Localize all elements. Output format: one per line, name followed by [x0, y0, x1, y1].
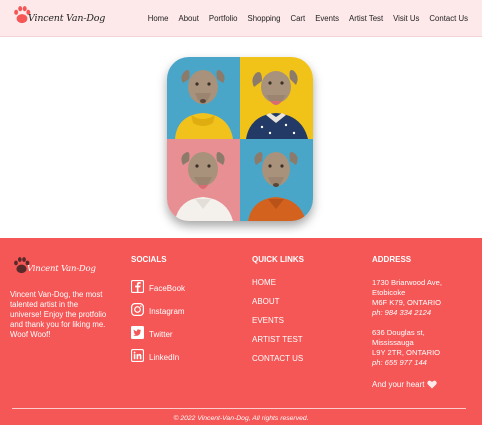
nav-home[interactable]: Home	[148, 14, 169, 23]
instagram-icon	[131, 303, 144, 316]
heart-tagline: And your heart	[372, 380, 438, 389]
heart-text: And your heart	[372, 380, 425, 389]
address-line: 1730 Briarwood Ave,	[372, 278, 442, 287]
social-link-twitter[interactable]: Twitter	[131, 326, 173, 341]
address-heading: ADDRESS	[372, 255, 412, 264]
site-header: Vincent Van-Dog Home About Portfolio Sho…	[0, 0, 482, 37]
nav-portfolio[interactable]: Portfolio	[209, 14, 238, 23]
nav-visit-us[interactable]: Visit Us	[393, 14, 419, 23]
site-footer: Vincent Van-Dog Vincent Van-Dog, the mos…	[0, 238, 482, 425]
address-block-etobicoke: 1730 Briarwood Ave, Etobicoke M6F K79, O…	[372, 278, 477, 318]
nav-about[interactable]: About	[179, 14, 199, 23]
twitter-icon	[131, 326, 144, 339]
footer-divider	[12, 408, 466, 409]
address-line: 636 Douglas st,	[372, 328, 425, 337]
main-nav: Home About Portfolio Shopping Cart Event…	[148, 14, 468, 23]
dog-portrait-white-shirt	[167, 139, 240, 221]
social-link-instagram[interactable]: Instagram	[131, 303, 185, 318]
dog-portrait-yellow-sweater	[167, 57, 240, 139]
address-line: L9Y 2TR, ONTARIO	[372, 348, 441, 357]
footer-logo[interactable]: Vincent Van-Dog	[13, 256, 96, 278]
quick-link-about[interactable]: ABOUT	[252, 297, 280, 306]
quick-link-home[interactable]: HOME	[252, 278, 276, 287]
social-label-facebook: FaceBook	[149, 284, 186, 293]
footer-logo-text: Vincent Van-Dog	[27, 264, 96, 274]
social-label-twitter: Twitter	[149, 330, 173, 339]
dog-portrait-orange-shirt	[240, 139, 313, 221]
address-phone: ph: 984 334 2124	[372, 308, 432, 317]
about-blurb: Vincent Van-Dog, the most talented artis…	[10, 290, 107, 339]
facebook-icon	[131, 280, 144, 293]
nav-artist-test[interactable]: Artist Test	[349, 14, 383, 23]
address-block-mississauga: 636 Douglas st, Mississauga L9Y 2TR, ONT…	[372, 328, 477, 368]
nav-cart[interactable]: Cart	[290, 14, 305, 23]
quick-link-artist-test[interactable]: ARTIST TEST	[252, 335, 303, 344]
copyright-text: © 2022 Vincent-Van-Dog, All rights reser…	[173, 415, 309, 422]
quick-links-heading: QUICK LINKS	[252, 255, 304, 264]
site-logo[interactable]: Vincent Van-Dog	[13, 5, 105, 31]
dog-portrait-navy-shirt	[240, 57, 313, 139]
logo-text: Vincent Van-Dog	[28, 13, 106, 24]
social-label-linkedin: LinkedIn	[149, 353, 180, 362]
address-line: M6F K79, ONTARIO	[372, 298, 442, 307]
quick-link-contact-us[interactable]: CONTACT US	[252, 354, 303, 363]
social-link-linkedin[interactable]: LinkedIn	[131, 349, 180, 364]
nav-shopping[interactable]: Shopping	[248, 14, 281, 23]
heart-icon	[427, 380, 438, 389]
social-label-instagram: Instagram	[149, 307, 185, 316]
social-link-facebook[interactable]: FaceBook	[131, 280, 186, 295]
nav-events[interactable]: Events	[315, 14, 339, 23]
nav-contact-us[interactable]: Contact Us	[429, 14, 468, 23]
dog-collage-image	[167, 57, 313, 221]
socials-heading: SOCIALS	[131, 255, 167, 264]
linkedin-icon	[131, 349, 144, 362]
quick-link-events[interactable]: EVENTS	[252, 316, 284, 325]
address-line: Mississauga	[372, 338, 414, 347]
address-phone: ph: 655 977 144	[372, 358, 427, 367]
address-line: Etobicoke	[372, 288, 406, 297]
